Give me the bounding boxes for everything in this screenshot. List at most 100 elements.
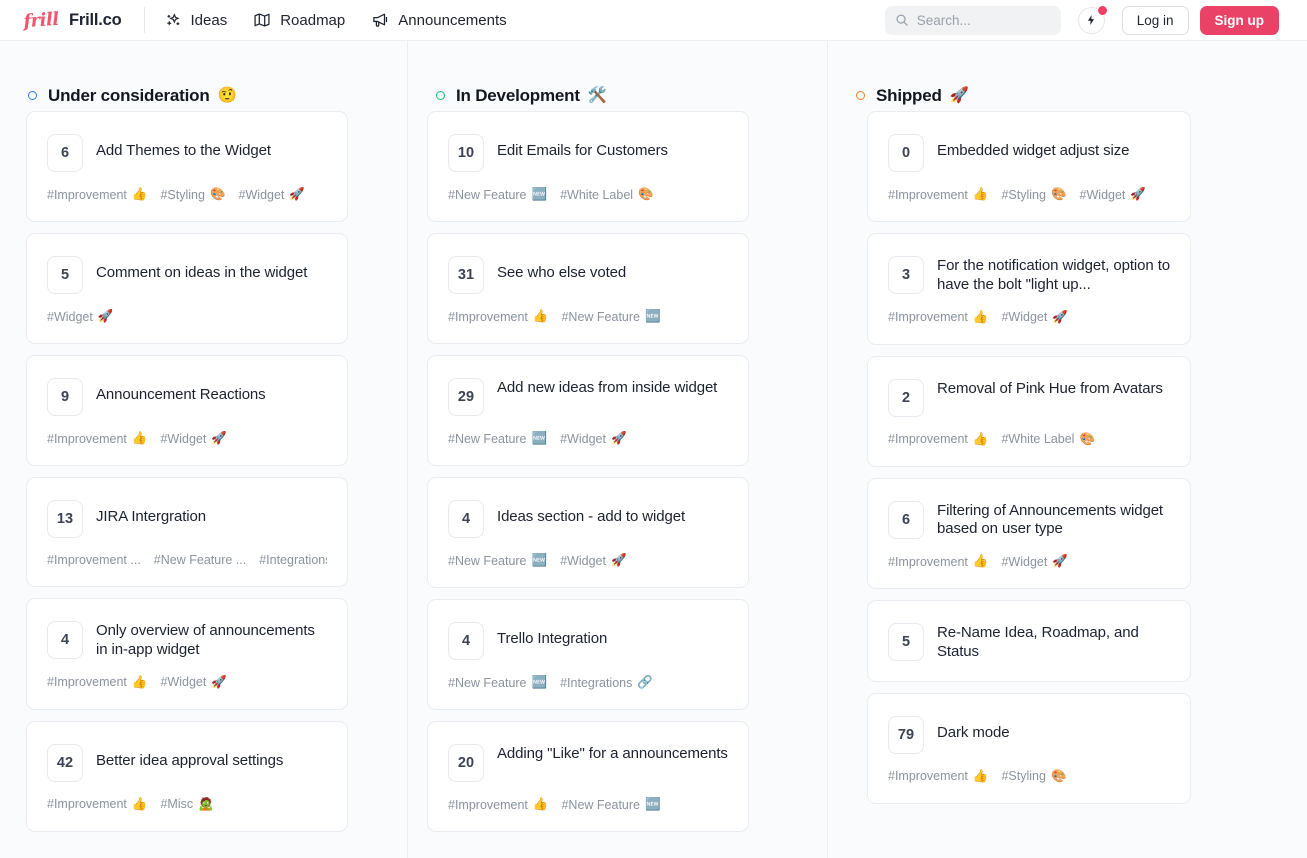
idea-card[interactable]: 5 Comment on ideas in the widget #Widget 🚀	[26, 233, 348, 344]
tag[interactable]: #Widget 🚀	[1001, 554, 1067, 569]
nav-item-ideas[interactable]: Ideas	[165, 11, 228, 29]
tag[interactable]: #Widget 🚀	[560, 431, 626, 446]
idea-card[interactable]: 6 Filtering of Announcements widget based…	[867, 477, 1191, 589]
tag[interactable]: #New Feature 🆕	[448, 553, 547, 568]
tag[interactable]: #Integrations ...	[259, 553, 327, 567]
tag[interactable]: #White Label 🎨	[560, 187, 654, 202]
signup-button[interactable]: Sign up	[1199, 5, 1279, 35]
tag[interactable]: #White Label 🎨	[1001, 432, 1095, 447]
card-tags: #New Feature 🆕 #White Label 🎨	[448, 187, 728, 202]
idea-card[interactable]: 5 Re-Name Idea, Roadmap, and Status	[867, 600, 1191, 682]
tag[interactable]: #Improvement 👍	[448, 797, 548, 812]
tag[interactable]: #New Feature 🆕	[448, 187, 547, 202]
tag[interactable]: #New Feature 🆕	[561, 797, 660, 812]
vote-count[interactable]: 79	[888, 715, 924, 754]
card-header: 4 Ideas section - add to widget	[448, 500, 728, 538]
tag-emoji-icon: 🚀	[97, 309, 114, 323]
tag[interactable]: #Improvement 👍	[47, 187, 147, 202]
idea-card[interactable]: 31 See who else voted #Improvement 👍 #New Fe…	[427, 233, 749, 344]
tag-label: #Improvement	[47, 797, 127, 811]
tag[interactable]: #Widget 🚀	[160, 431, 226, 446]
idea-card[interactable]: 20 Adding "Like" for a announcements #Impr…	[427, 721, 749, 832]
tag[interactable]: #Integrations 🔗	[560, 675, 653, 690]
card-header: 5 Re-Name Idea, Roadmap, and Status	[888, 623, 1170, 662]
tag[interactable]: #Widget 🚀	[1001, 310, 1067, 325]
tag-emoji-icon: 👍	[972, 431, 989, 446]
idea-card[interactable]: 29 Add new ideas from inside widget #New F…	[427, 355, 749, 466]
vote-count[interactable]: 20	[448, 744, 484, 782]
tag[interactable]: #Improvement 👍	[448, 309, 548, 324]
nav-label-ideas: Ideas	[190, 11, 228, 29]
tag[interactable]: #Improvement 👍	[888, 187, 988, 202]
tag[interactable]: #Improvement 👍	[47, 675, 147, 690]
tag[interactable]: #Improvement 👍	[888, 310, 988, 325]
vote-count[interactable]: 31	[448, 256, 484, 294]
tag[interactable]: #Improvement 👍	[888, 769, 988, 784]
search-input[interactable]	[916, 12, 1051, 28]
idea-card[interactable]: 9 Announcement Reactions #Improvement 👍 #Wid…	[26, 355, 348, 466]
column-header: In Development 🛠️	[408, 41, 827, 111]
tag[interactable]: #Styling 🎨	[160, 187, 225, 202]
vote-count[interactable]: 6	[47, 134, 83, 172]
login-button[interactable]: Log in	[1121, 5, 1189, 35]
tag[interactable]: #Improvement 👍	[47, 431, 147, 446]
card-tags: #Improvement 👍 #Styling 🎨 #Widget 🚀	[888, 187, 1170, 202]
vote-count[interactable]: 42	[47, 743, 83, 782]
vote-count[interactable]: 29	[448, 378, 484, 416]
tag[interactable]: #New Feature ...	[154, 553, 246, 567]
card-tags: #Improvement 👍 #Widget 🚀	[888, 554, 1170, 569]
tag[interactable]: #New Feature 🆕	[561, 309, 660, 324]
vote-count[interactable]: 4	[448, 500, 484, 538]
brand-home-link[interactable]: frill Frill.co	[23, 8, 122, 31]
vote-count[interactable]: 10	[448, 134, 484, 172]
search-box[interactable]	[884, 5, 1061, 35]
vote-count[interactable]: 3	[888, 256, 924, 294]
idea-card[interactable]: 0 Embedded widget adjust size #Improvement…	[867, 111, 1191, 222]
card-tags: #New Feature 🆕 #Widget 🚀	[448, 431, 728, 446]
card-tags: #Improvement 👍 #Styling 🎨 #Widget 🚀	[47, 187, 327, 202]
idea-card[interactable]: 6 Add Themes to the Widget #Improvement 👍 #S…	[26, 111, 348, 222]
top-navbar: frill Frill.co Ideas Roadmap Announcemen…	[0, 0, 1307, 41]
tag[interactable]: #Styling 🎨	[1001, 769, 1066, 784]
vote-count[interactable]: 2	[888, 378, 924, 417]
vote-count[interactable]: 4	[47, 621, 83, 659]
tag[interactable]: #Improvement 👍	[47, 797, 147, 812]
idea-card[interactable]: 4 Trello Integration #New Feature 🆕 #Integra…	[427, 599, 749, 710]
idea-card[interactable]: 10 Edit Emails for Customers #New Feature 🆕…	[427, 111, 749, 222]
tag[interactable]: #Widget 🚀	[160, 675, 226, 690]
idea-card[interactable]: 79 Dark mode #Improvement 👍 #Styling 🎨	[867, 692, 1191, 804]
notifications-bolt-button[interactable]	[1077, 4, 1108, 34]
tag[interactable]: #Improvement 👍	[888, 432, 988, 447]
tag[interactable]: #New Feature 🆕	[448, 431, 547, 446]
tag[interactable]: #Styling 🎨	[1001, 187, 1066, 202]
megaphone-icon	[371, 11, 389, 29]
vote-count[interactable]: 13	[47, 500, 83, 538]
idea-card[interactable]: 4 Ideas section - add to widget #New Featu…	[427, 477, 749, 588]
vote-count[interactable]: 5	[47, 256, 83, 294]
tag[interactable]: #Widget 🚀	[1080, 187, 1146, 202]
tag-emoji-icon: 🆕	[531, 553, 548, 567]
tag-label: #Misc	[160, 797, 194, 811]
tag[interactable]: #Widget 🚀	[239, 187, 305, 202]
vote-count[interactable]: 6	[888, 500, 924, 539]
status-dot-icon	[28, 91, 37, 100]
tag[interactable]: #Improvement ...	[47, 553, 141, 567]
idea-card[interactable]: 42 Better idea approval settings #Improvem…	[26, 720, 348, 832]
vote-count[interactable]: 4	[448, 622, 484, 660]
nav-item-announcements[interactable]: Announcements	[371, 11, 507, 29]
tag[interactable]: #Misc 🧟	[160, 797, 213, 812]
tag[interactable]: #New Feature 🆕	[448, 675, 547, 690]
idea-card[interactable]: 13 JIRA Intergration #Improvement ... #New …	[26, 477, 348, 587]
tag-label: #Improvement	[47, 187, 127, 202]
idea-card[interactable]: 2 Removal of Pink Hue from Avatars #Improv…	[867, 355, 1191, 467]
vote-count[interactable]: 5	[888, 623, 924, 661]
idea-card[interactable]: 4 Only overview of announcements in in-ap…	[26, 598, 348, 710]
tag[interactable]: #Improvement 👍	[888, 554, 988, 569]
tag[interactable]: #Widget 🚀	[47, 309, 113, 324]
nav-item-roadmap[interactable]: Roadmap	[253, 11, 345, 29]
vote-count[interactable]: 9	[47, 378, 83, 416]
tag[interactable]: #Widget 🚀	[560, 553, 626, 568]
idea-card[interactable]: 3 For the notification widget, option to …	[867, 233, 1191, 345]
tag-emoji-icon: 🆕	[531, 675, 548, 689]
vote-count[interactable]: 0	[888, 134, 924, 172]
